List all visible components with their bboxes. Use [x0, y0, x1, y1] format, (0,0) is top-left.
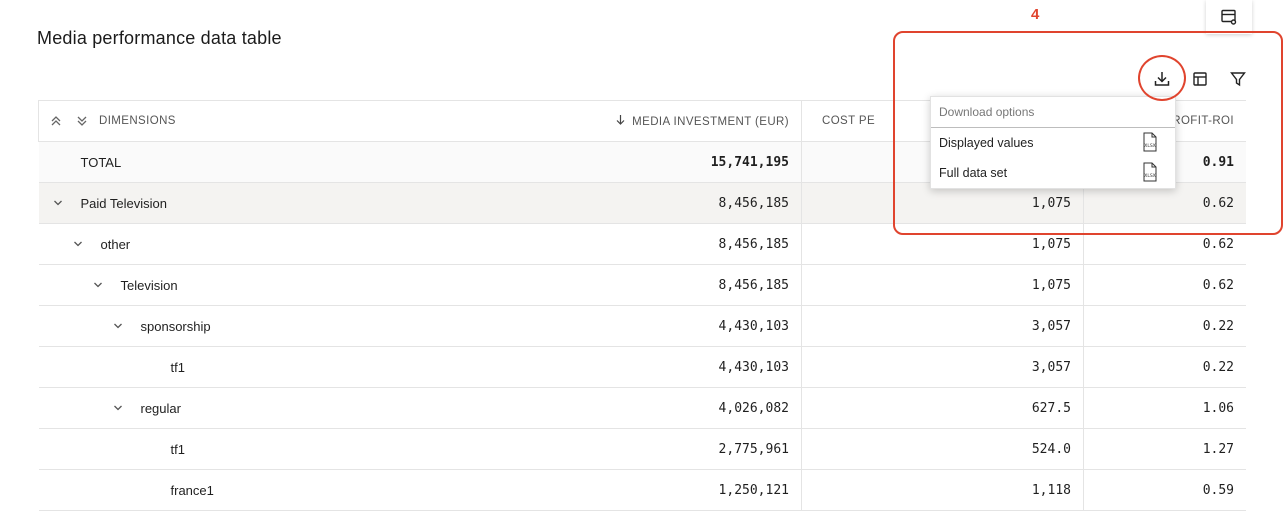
download-icon	[1154, 72, 1170, 86]
chevron-down-icon[interactable]	[51, 196, 65, 210]
collapse-all-icon[interactable]	[75, 114, 89, 128]
table-row[interactable]: tf1 4,430,103 3,057 0.22	[38, 346, 1246, 388]
media-investment-header-label: MEDIA INVESTMENT (EUR)	[632, 116, 789, 128]
profit-roi-cell: 1.06	[1083, 387, 1246, 429]
cost-cell: 1,075	[801, 223, 1084, 265]
download-full-data-set-option[interactable]: Full data set XLSX	[931, 158, 1175, 188]
cost-cell: 1,118	[801, 469, 1084, 511]
svg-text:XLSX: XLSX	[1144, 173, 1156, 179]
chevron-down-icon[interactable]	[111, 319, 125, 333]
media-investment-cell: 4,430,103	[531, 305, 802, 347]
columns-button[interactable]	[1187, 66, 1213, 92]
table-settings-icon[interactable]	[1206, 0, 1252, 34]
profit-roi-cell: 0.59	[1083, 469, 1246, 511]
row-label: Television	[120, 277, 178, 293]
media-investment-cell: 1,250,121	[531, 469, 802, 511]
media-investment-cell: 4,430,103	[531, 346, 802, 388]
cost-cell: 3,057	[801, 346, 1084, 388]
table-row[interactable]: other 8,456,185 1,075 0.62	[38, 223, 1246, 265]
total-label: TOTAL	[80, 154, 122, 170]
sort-desc-icon	[615, 114, 626, 128]
profit-roi-cell: 0.62	[1083, 223, 1246, 265]
profit-roi-cell: 0.22	[1083, 305, 1246, 347]
media-investment-cell: 8,456,185	[531, 182, 802, 224]
chevron-down-icon[interactable]	[91, 278, 105, 292]
xlsx-file-icon: XLSX	[1141, 132, 1159, 155]
media-investment-header[interactable]: MEDIA INVESTMENT (EUR)	[531, 100, 802, 142]
row-label: regular	[140, 400, 181, 416]
expand-all-icon[interactable]	[49, 114, 63, 128]
row-label: other	[100, 236, 131, 252]
filter-icon	[1230, 72, 1246, 87]
media-investment-cell: 2,775,961	[531, 428, 802, 470]
cost-cell: 627.5	[801, 387, 1084, 429]
xlsx-file-icon: XLSX	[1141, 162, 1159, 185]
table-row[interactable]: Television 8,456,185 1,075 0.62	[38, 264, 1246, 306]
total-media-investment: 15,741,195	[531, 141, 802, 183]
profit-roi-cell: 1.27	[1083, 428, 1246, 470]
row-label: tf1	[170, 441, 185, 457]
download-options-header: Download options	[931, 97, 1175, 128]
profit-roi-header-label: ROFIT-ROI	[1172, 115, 1234, 127]
filter-button[interactable]	[1225, 66, 1251, 92]
table-row[interactable]: sponsorship 4,430,103 3,057 0.22	[38, 305, 1246, 347]
columns-icon	[1193, 72, 1207, 86]
media-investment-cell: 8,456,185	[531, 264, 802, 306]
row-label: Paid Television	[80, 195, 167, 211]
profit-roi-cell: 0.62	[1083, 264, 1246, 306]
cost-cell: 3,057	[801, 305, 1084, 347]
media-investment-cell: 8,456,185	[531, 223, 802, 265]
step-number-annotation: 4	[1031, 6, 1040, 23]
svg-text:XLSX: XLSX	[1144, 143, 1156, 149]
cost-cell: 524.0	[801, 428, 1084, 470]
chevron-down-icon[interactable]	[111, 401, 125, 415]
menu-item-label: Displayed values	[939, 136, 1034, 150]
profit-roi-cell: 0.22	[1083, 346, 1246, 388]
table-row[interactable]: france1 1,250,121 1,118 0.59	[38, 469, 1246, 511]
dimensions-header-label: DIMENSIONS	[99, 115, 176, 127]
row-label: france1	[170, 482, 214, 498]
download-button[interactable]	[1149, 66, 1175, 92]
dimensions-header: DIMENSIONS	[38, 100, 531, 142]
download-displayed-values-option[interactable]: Displayed values XLSX	[931, 128, 1175, 158]
chevron-down-icon[interactable]	[71, 237, 85, 251]
table-row[interactable]: tf1 2,775,961 524.0 1.27	[38, 428, 1246, 470]
cost-header-label: COST PE	[822, 115, 876, 127]
media-investment-cell: 4,026,082	[531, 387, 802, 429]
row-label: tf1	[170, 359, 185, 375]
table-row[interactable]: regular 4,026,082 627.5 1.06	[38, 387, 1246, 429]
cost-cell: 1,075	[801, 264, 1084, 306]
page-title: Media performance data table	[37, 28, 282, 48]
menu-item-label: Full data set	[939, 166, 1008, 180]
row-label: sponsorship	[140, 318, 211, 334]
download-options-menu: Download options Displayed values XLSX F…	[930, 96, 1176, 189]
